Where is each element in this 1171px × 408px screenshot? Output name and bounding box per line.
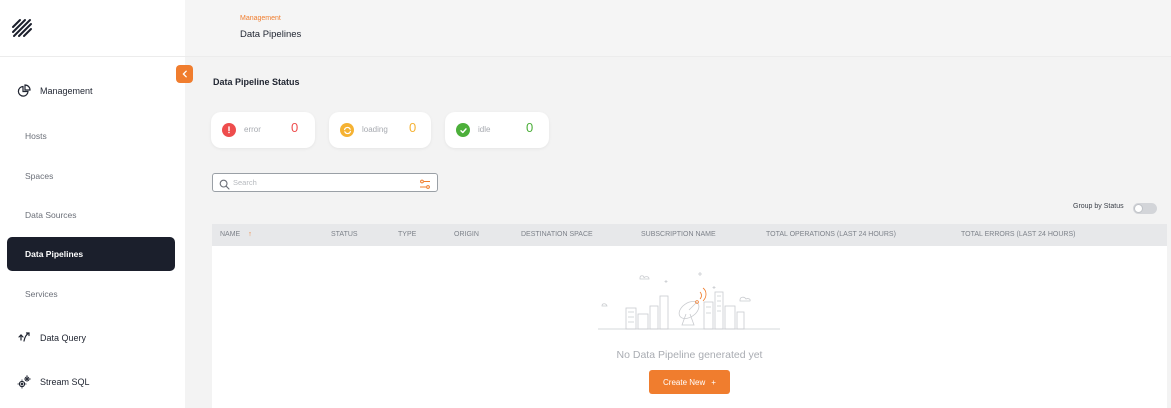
brand-logo-icon[interactable] (11, 18, 33, 38)
satellite-city-illustration-icon (598, 272, 780, 330)
table-body: No Data Pipeline generated yet Create Ne… (212, 246, 1167, 408)
status-label: idle (478, 125, 491, 134)
sidebar-item-label: Services (25, 289, 58, 299)
column-header-total-operations[interactable]: TOTAL OPERATIONS (LAST 24 HOURS) (766, 231, 896, 238)
check-icon (456, 123, 470, 137)
status-card-idle[interactable]: idle 0 (445, 112, 549, 148)
status-label: loading (362, 125, 388, 134)
search-icon (219, 177, 230, 195)
column-header-subscription-name[interactable]: SUBSCRIPTION NAME (641, 231, 716, 238)
sidebar-item-data-sources[interactable]: Data Sources (7, 198, 175, 232)
logo-area (0, 0, 185, 57)
sidebar-item-services[interactable]: Services (7, 277, 175, 311)
create-new-button[interactable]: Create New + (649, 370, 730, 394)
create-new-label: Create New (663, 377, 706, 387)
sidebar-section-label: Stream SQL (40, 377, 90, 387)
loading-icon (340, 123, 354, 137)
table-header: NAME ↑ STATUS TYPE ORIGIN DESTINATION SP… (212, 224, 1167, 246)
pie-chart-icon (17, 84, 31, 98)
empty-state-message: No Data Pipeline generated yet (616, 349, 763, 361)
status-count: 0 (409, 120, 417, 135)
column-header-type[interactable]: TYPE (398, 231, 416, 238)
status-card-error[interactable]: error 0 (211, 112, 315, 148)
breadcrumb[interactable]: Management (240, 15, 281, 22)
sidebar-item-spaces[interactable]: Spaces (7, 159, 175, 193)
sidebar-section-label: Management (40, 86, 93, 96)
sidebar-item-label: Spaces (25, 171, 54, 181)
sidebar: Management Hosts Spaces Data Sources Dat… (0, 0, 185, 408)
filter-icon[interactable] (419, 177, 431, 195)
column-header-status[interactable]: STATUS (331, 231, 358, 238)
chevron-left-icon (181, 70, 187, 78)
gears-icon (17, 375, 31, 389)
column-header-origin[interactable]: ORIGIN (454, 231, 479, 238)
sidebar-item-label: Hosts (25, 131, 47, 141)
sidebar-section-management[interactable]: Management (0, 80, 185, 102)
status-count: 0 (291, 120, 299, 135)
sidebar-item-label: Data Sources (25, 210, 77, 220)
section-title: Data Pipeline Status (213, 77, 300, 87)
status-count: 0 (526, 120, 534, 135)
status-card-loading[interactable]: loading 0 (329, 112, 431, 148)
group-by-status-toggle[interactable] (1133, 203, 1157, 214)
plus-icon: + (711, 377, 716, 387)
toggle-knob (1134, 204, 1143, 213)
sidebar-collapse-button[interactable] (176, 65, 193, 83)
column-header-total-errors[interactable]: TOTAL ERRORS (LAST 24 HOURS) (961, 231, 1076, 238)
sidebar-section-label: Data Query (40, 333, 87, 343)
sidebar-item-hosts[interactable]: Hosts (7, 119, 175, 153)
search-input[interactable] (233, 176, 413, 189)
page-title: Data Pipelines (240, 29, 302, 40)
sort-arrow-up-icon[interactable]: ↑ (248, 231, 252, 238)
column-header-destination-space[interactable]: DESTINATION SPACE (521, 231, 593, 238)
search-box (212, 173, 438, 192)
sidebar-item-data-pipelines[interactable]: Data Pipelines (7, 237, 175, 271)
sidebar-section-stream-sql[interactable]: Stream SQL (0, 371, 185, 393)
group-by-status-label: Group by Status (1073, 203, 1124, 210)
query-arrows-icon (17, 331, 31, 345)
status-label: error (244, 125, 261, 134)
sidebar-section-data-query[interactable]: Data Query (0, 327, 185, 349)
column-header-name[interactable]: NAME ↑ (220, 231, 252, 238)
page-header: Management Data Pipelines (185, 0, 1171, 57)
error-icon (222, 123, 236, 137)
sidebar-item-label: Data Pipelines (25, 249, 84, 259)
